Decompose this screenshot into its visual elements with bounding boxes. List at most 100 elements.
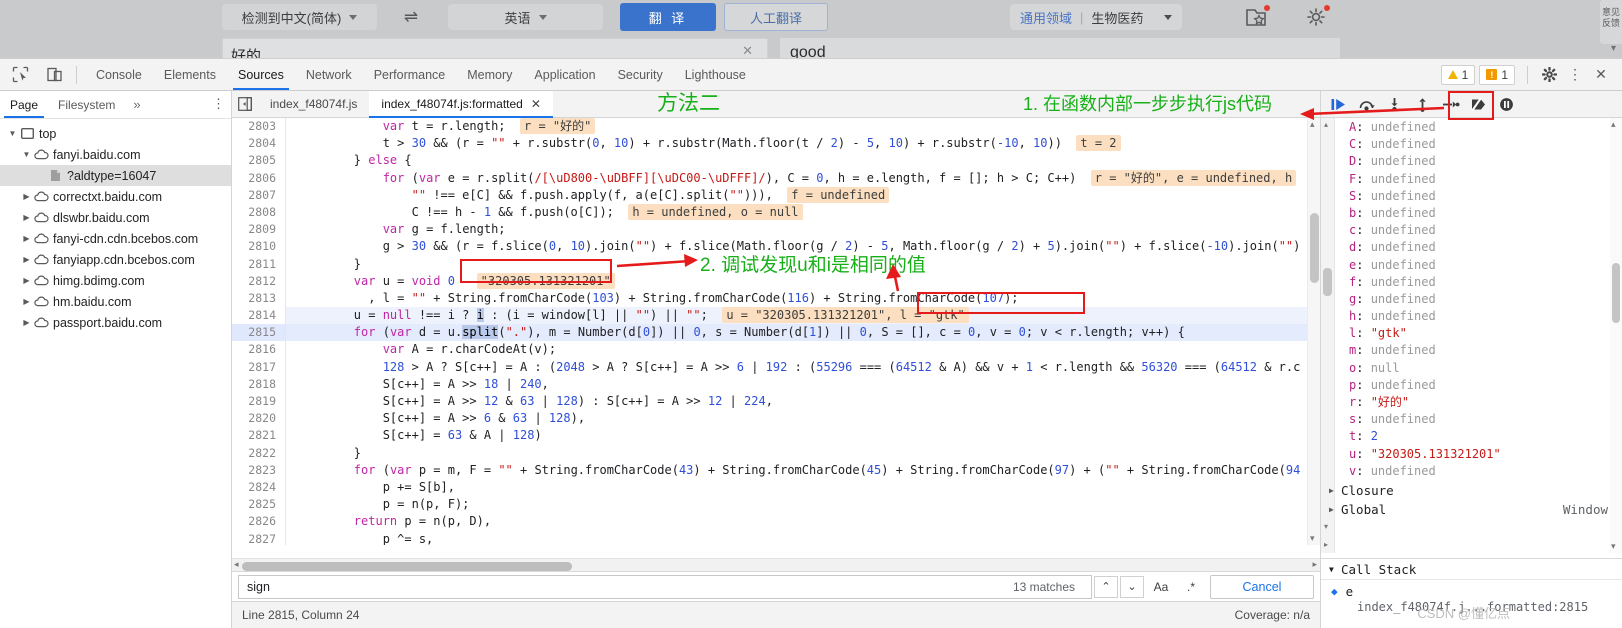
feedback-tab[interactable]: 意见 反馈 <box>1600 0 1622 44</box>
scope-variable-row[interactable]: A: undefined <box>1349 119 1622 136</box>
line-number[interactable]: 2817 <box>232 358 286 376</box>
scroll-down-icon[interactable]: ▾ <box>1310 533 1315 544</box>
line-number[interactable]: 2808 <box>232 203 286 222</box>
scope-variable-row[interactable]: e: undefined <box>1349 257 1622 274</box>
twisty-icon[interactable]: ▶ <box>20 297 33 306</box>
code-line[interactable]: 2804 t > 30 && (r = "" + r.substr(0, 10)… <box>232 135 1320 153</box>
line-number[interactable]: 2824 <box>232 478 286 497</box>
resume-script-execution-icon[interactable] <box>1325 92 1351 116</box>
tree-item-correctxt-baidu-com[interactable]: ▶ correctxt.baidu.com <box>0 186 231 207</box>
code-text[interactable]: } else { <box>286 152 1320 169</box>
scroll-left-icon[interactable]: ◂ <box>234 559 239 570</box>
code-line[interactable]: 2811 } <box>232 255 1320 273</box>
target-language-select[interactable]: 英语 <box>448 4 603 30</box>
code-text[interactable]: , l = "" + String.fromCharCode(103) + St… <box>286 290 1320 307</box>
twisty-icon[interactable]: ▼ <box>20 150 33 159</box>
scope-variable-row[interactable]: b: undefined <box>1349 205 1622 222</box>
line-number[interactable]: 2822 <box>232 444 286 462</box>
nav-tab-page[interactable]: Page <box>0 91 48 118</box>
code-line[interactable]: 2808 C !== h - 1 && f.push(o[C]); h = un… <box>232 203 1320 222</box>
step-over-next-function-call-icon[interactable] <box>1353 92 1379 116</box>
tree-item-passport-baidu-com[interactable]: ▶ passport.baidu.com <box>0 312 231 333</box>
line-number[interactable]: 2825 <box>232 496 286 514</box>
tree-item-fanyi-cdn[interactable]: ▶ fanyi-cdn.cdn.bcebos.com <box>0 228 231 249</box>
code-text[interactable]: "" !== e[C] && f.push.apply(f, a(e[C].sp… <box>286 186 1320 204</box>
twisty-icon[interactable]: ▶ <box>20 192 33 201</box>
tree-item-himg-bdimg-com[interactable]: ▶ himg.bdimg.com <box>0 270 231 291</box>
tree-item-aldtype[interactable]: ?aldtype=16047 <box>0 165 231 186</box>
line-number[interactable]: 2811 <box>232 255 286 273</box>
line-number[interactable]: 2820 <box>232 410 286 428</box>
gear-icon[interactable] <box>1303 5 1331 31</box>
tab-console[interactable]: Console <box>85 59 153 90</box>
scope-variable-row[interactable]: d: undefined <box>1349 239 1622 256</box>
code-line[interactable]: 2814 u = null !== i ? i : (i = window[l]… <box>232 307 1320 325</box>
code-text[interactable]: var A = r.charCodeAt(v); <box>286 341 1320 358</box>
scroll-down-icon[interactable]: ▾ <box>1611 541 1616 552</box>
close-tab-icon[interactable]: ✕ <box>531 97 541 111</box>
clear-icon[interactable]: ✕ <box>742 43 753 58</box>
scope-variable-row[interactable]: g: undefined <box>1349 291 1622 308</box>
tree-item-top[interactable]: ▼ top <box>0 123 231 144</box>
scope-variable-row[interactable]: f: undefined <box>1349 274 1622 291</box>
scope-variable-row[interactable]: c: undefined <box>1349 222 1622 239</box>
code-text[interactable]: p = n(p, F); <box>286 496 1320 513</box>
code-text[interactable]: t > 30 && (r = "" + r.substr(0, 10) + r.… <box>286 135 1320 152</box>
code-line[interactable]: 2826 return p = n(p, D), <box>232 513 1320 531</box>
code-line[interactable]: 2821 S[c++] = 63 & A | 128) <box>232 427 1320 445</box>
step-into-next-function-call-icon[interactable] <box>1381 92 1407 116</box>
tab-elements[interactable]: Elements <box>153 59 227 90</box>
navigator-menu-kebab-icon[interactable]: ⋮ <box>212 96 225 112</box>
match-case-toggle[interactable]: Aa <box>1148 576 1174 598</box>
scroll-up-icon[interactable]: ▴ <box>1310 119 1315 130</box>
line-number[interactable]: 2819 <box>232 393 286 411</box>
code-line[interactable]: 2813 , l = "" + String.fromCharCode(103)… <box>232 289 1320 308</box>
nav-tab-filesystem[interactable]: Filesystem <box>48 91 125 118</box>
scope-variable-row[interactable]: F: undefined <box>1349 171 1622 188</box>
code-line[interactable]: 2820 S[c++] = A >> 6 & 63 | 128), <box>232 410 1320 428</box>
line-number[interactable]: 2813 <box>232 289 286 308</box>
twisty-icon[interactable]: ▶ <box>1329 486 1341 495</box>
debugger-vertical-scrollbar[interactable]: ▴ ▾ <box>1610 118 1622 553</box>
collect-icon[interactable] <box>1243 5 1271 31</box>
step-out-of-current-function-icon[interactable] <box>1409 92 1435 116</box>
line-number[interactable]: 2809 <box>232 221 286 239</box>
scope-variable-row[interactable]: r: "好的" <box>1349 394 1622 411</box>
swap-languages-icon[interactable]: ⇌ <box>398 6 424 28</box>
pause-on-exceptions-icon[interactable] <box>1493 92 1519 116</box>
line-number[interactable]: 2806 <box>232 169 286 187</box>
twisty-icon[interactable]: ▶ <box>20 318 33 327</box>
tree-item-dlswbr-baidu-com[interactable]: ▶ dlswbr.baidu.com <box>0 207 231 228</box>
code-line[interactable]: 2803 var t = r.length; r = "好的" <box>232 118 1320 136</box>
domain-selector[interactable]: 通用领域 | 生物医药 <box>1010 4 1182 30</box>
code-text[interactable]: for (var e = r.split(/[\uD800-\uDBFF][\u… <box>286 169 1320 187</box>
scope-variable-row[interactable]: t: 2 <box>1349 428 1622 445</box>
line-number[interactable]: 2816 <box>232 341 286 359</box>
scope-variable-row[interactable]: h: undefined <box>1349 308 1622 325</box>
tree-item-fanyiapp-cdn[interactable]: ▶ fanyiapp.cdn.bcebos.com <box>0 249 231 270</box>
source-tab-index-js-formatted[interactable]: index_f48074f.js:formatted ✕ <box>369 91 554 118</box>
code-line[interactable]: 2822 } <box>232 444 1320 462</box>
tab-performance[interactable]: Performance <box>363 59 457 90</box>
line-number[interactable]: 2805 <box>232 152 286 170</box>
code-text[interactable]: C !== h - 1 && f.push(o[C]); h = undefin… <box>286 203 1320 221</box>
code-line[interactable]: 2827 p ^= s, <box>232 530 1320 545</box>
scope-variable-row[interactable]: D: undefined <box>1349 153 1622 170</box>
twisty-icon[interactable]: ▶ <box>20 255 33 264</box>
code-line[interactable]: 2825 p = n(p, F); <box>232 496 1320 514</box>
code-text[interactable]: } <box>286 445 1320 462</box>
twisty-icon[interactable]: ▶ <box>20 276 33 285</box>
scope-variable-row[interactable]: p: undefined <box>1349 377 1622 394</box>
code-text[interactable]: for (var p = m, F = "" + String.fromChar… <box>286 462 1320 479</box>
tab-lighthouse[interactable]: Lighthouse <box>674 59 757 90</box>
tree-item-hm-baidu-com[interactable]: ▶ hm.baidu.com <box>0 291 231 312</box>
more-options-kebab-icon[interactable]: ⋮ <box>1562 62 1588 88</box>
code-line[interactable]: 2823 for (var p = m, F = "" + String.fro… <box>232 461 1320 479</box>
scroll-right-icon[interactable]: ▸ <box>1312 559 1317 570</box>
code-text[interactable]: S[c++] = A >> 18 | 240, <box>286 376 1320 393</box>
code-line[interactable]: 2815 for (var d = u.split("."), m = Numb… <box>232 324 1320 342</box>
line-number[interactable]: 2803 <box>232 118 286 136</box>
scope-variable-row[interactable]: u: "320305.131321201" <box>1349 446 1622 463</box>
scope-variable-row[interactable]: l: "gtk" <box>1349 325 1622 342</box>
code-line[interactable]: 2807 "" !== e[C] && f.push.apply(f, a(e[… <box>232 186 1320 204</box>
